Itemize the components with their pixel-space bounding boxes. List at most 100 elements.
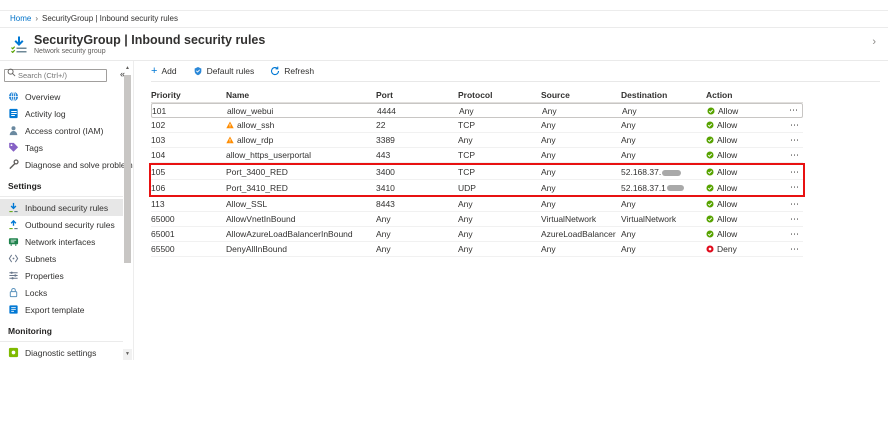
cell-priority: 65001 [151, 229, 226, 239]
row-menu-button[interactable]: ⋯ [786, 167, 803, 178]
add-button-label: Add [161, 66, 176, 76]
cell-name: allow_ssh [226, 120, 376, 130]
sidebar-item-access-control[interactable]: Access control (IAM) [0, 122, 123, 139]
cell-priority: 65500 [151, 244, 226, 254]
blade: Home › SecurityGroup | Inbound security … [0, 10, 888, 360]
scrollbar-thumb[interactable] [124, 75, 131, 263]
scrollbar-up-icon[interactable]: ▲ [123, 63, 132, 73]
cell-destination: Any [621, 244, 706, 254]
table-row[interactable]: 102 allow_ssh 22 TCP Any Any Allow ⋯ [151, 118, 803, 133]
blade-expand-chevron-icon[interactable]: › [872, 33, 876, 51]
row-menu-button[interactable]: ⋯ [786, 199, 803, 210]
allow-icon [706, 168, 714, 176]
table-row[interactable]: 113 Allow_SSL 8443 Any Any Any Allow ⋯ [151, 197, 803, 212]
col-name: Name [226, 90, 376, 100]
cell-destination: Any [621, 120, 706, 130]
sidebar-item-activity-log[interactable]: Activity log [0, 105, 123, 122]
sidebar-item-outbound-security-rules[interactable]: Outbound security rules [0, 216, 123, 233]
sidebar-item-label: Inbound security rules [25, 203, 108, 213]
sidebar-item-label: Activity log [25, 109, 66, 119]
cell-action: Allow [707, 106, 787, 116]
cell-protocol: Any [458, 244, 541, 254]
cell-source: AzureLoadBalancer [541, 229, 621, 239]
add-button[interactable]: + Add [151, 66, 177, 76]
sidebar-item-locks[interactable]: Locks [0, 284, 123, 301]
row-menu-button[interactable]: ⋯ [786, 135, 803, 146]
sidebar-item-label: Diagnose and solve problems [25, 160, 134, 170]
allow-icon [706, 136, 714, 144]
cell-action: Allow [706, 167, 786, 177]
redaction-blob [667, 185, 684, 191]
default-rules-icon [193, 66, 203, 76]
cell-protocol: Any [458, 135, 541, 145]
row-menu-button[interactable]: ⋯ [786, 229, 803, 240]
cell-protocol: Any [458, 229, 541, 239]
sidebar-item-diagnostic-settings[interactable]: Diagnostic settings [0, 344, 123, 360]
cell-protocol: Any [458, 214, 541, 224]
cell-protocol: Any [459, 106, 542, 116]
cell-protocol: TCP [458, 150, 541, 160]
row-menu-button[interactable]: ⋯ [786, 150, 803, 161]
sidebar-item-properties[interactable]: Properties [0, 267, 123, 284]
activity-log-icon [8, 108, 19, 119]
section-divider [0, 196, 123, 197]
sidebar-scrollbar[interactable]: ▲ ▼ [123, 63, 132, 360]
deny-icon [706, 245, 714, 253]
table-row[interactable]: 65000 AllowVnetInBound Any Any VirtualNe… [151, 212, 803, 227]
sidebar-item-network-interfaces[interactable]: Network interfaces [0, 233, 123, 250]
row-menu-button[interactable]: ⋯ [786, 214, 803, 225]
cell-port: 443 [376, 150, 458, 160]
table-row[interactable]: 65500 DenyAllInBound Any Any Any Any Den… [151, 242, 803, 257]
page-title: SecurityGroup | Inbound security rules [34, 33, 265, 47]
col-priority: Priority [151, 90, 226, 100]
sidebar-item-subnets[interactable]: Subnets [0, 250, 123, 267]
cell-port: Any [376, 229, 458, 239]
cell-destination: Any [621, 199, 706, 209]
sidebar-item-export-template[interactable]: Export template [0, 301, 123, 318]
warning-icon [226, 121, 234, 129]
cell-port: Any [376, 244, 458, 254]
cell-source: Any [541, 135, 621, 145]
cell-name: allow_https_userportal [226, 150, 376, 160]
sidebar-item-overview[interactable]: Overview [0, 88, 123, 105]
sidebar-item-tags[interactable]: Tags [0, 139, 123, 156]
row-menu-button[interactable]: ⋯ [786, 182, 803, 193]
default-rules-button[interactable]: Default rules [193, 66, 255, 76]
refresh-button[interactable]: Refresh [270, 66, 314, 76]
azure-portal-page: Home › SecurityGroup | Inbound security … [0, 0, 888, 427]
table-row[interactable]: 103 allow_rdp 3389 Any Any Any Allow ⋯ [151, 133, 803, 148]
breadcrumb-home-link[interactable]: Home [10, 14, 31, 23]
sidebar-item-label: Export template [25, 305, 85, 315]
blade-title-block: SecurityGroup | Inbound security rules N… [34, 33, 265, 55]
cell-name: Port_3410_RED [226, 183, 376, 193]
cell-port: 8443 [376, 199, 458, 209]
sidebar-section-settings: Settings [0, 173, 123, 194]
cell-name: DenyAllInBound [226, 244, 376, 254]
table-row[interactable]: 65001 AllowAzureLoadBalancerInBound Any … [151, 227, 803, 242]
plus-icon: + [151, 66, 157, 76]
sidebar-search-row: « [4, 65, 130, 83]
tags-icon [8, 142, 19, 153]
row-menu-button[interactable]: ⋯ [786, 120, 803, 131]
table-row[interactable]: 105 Port_3400_RED 3400 TCP Any 52.168.37… [151, 165, 803, 180]
search-input[interactable] [4, 69, 107, 82]
cell-port: 3400 [376, 167, 458, 177]
allow-icon [706, 184, 714, 192]
sidebar-item-diagnose[interactable]: Diagnose and solve problems [0, 156, 123, 173]
outbound-rules-icon [8, 219, 19, 230]
row-menu-button[interactable]: ⋯ [787, 105, 802, 116]
main-content: + Add Default rules Refresh Priority Nam… [134, 61, 888, 360]
table-row[interactable]: 101 allow_webui 4444 Any Any Any Allow ⋯ [151, 103, 803, 118]
blade-header: SecurityGroup | Inbound security rules N… [0, 28, 888, 61]
inbound-rules-icon [8, 202, 19, 213]
sidebar-item-inbound-security-rules[interactable]: Inbound security rules [0, 199, 123, 216]
row-menu-button[interactable]: ⋯ [786, 244, 803, 255]
cell-protocol: Any [458, 199, 541, 209]
properties-icon [8, 270, 19, 281]
cell-name: Allow_SSL [226, 199, 376, 209]
table-row[interactable]: 106 Port_3410_RED 3410 UDP Any 52.168.37… [151, 180, 803, 195]
table-row[interactable]: 104 allow_https_userportal 443 TCP Any A… [151, 148, 803, 163]
scrollbar-down-icon[interactable]: ▼ [123, 349, 132, 360]
allow-icon [706, 200, 714, 208]
subnets-icon [8, 253, 19, 264]
